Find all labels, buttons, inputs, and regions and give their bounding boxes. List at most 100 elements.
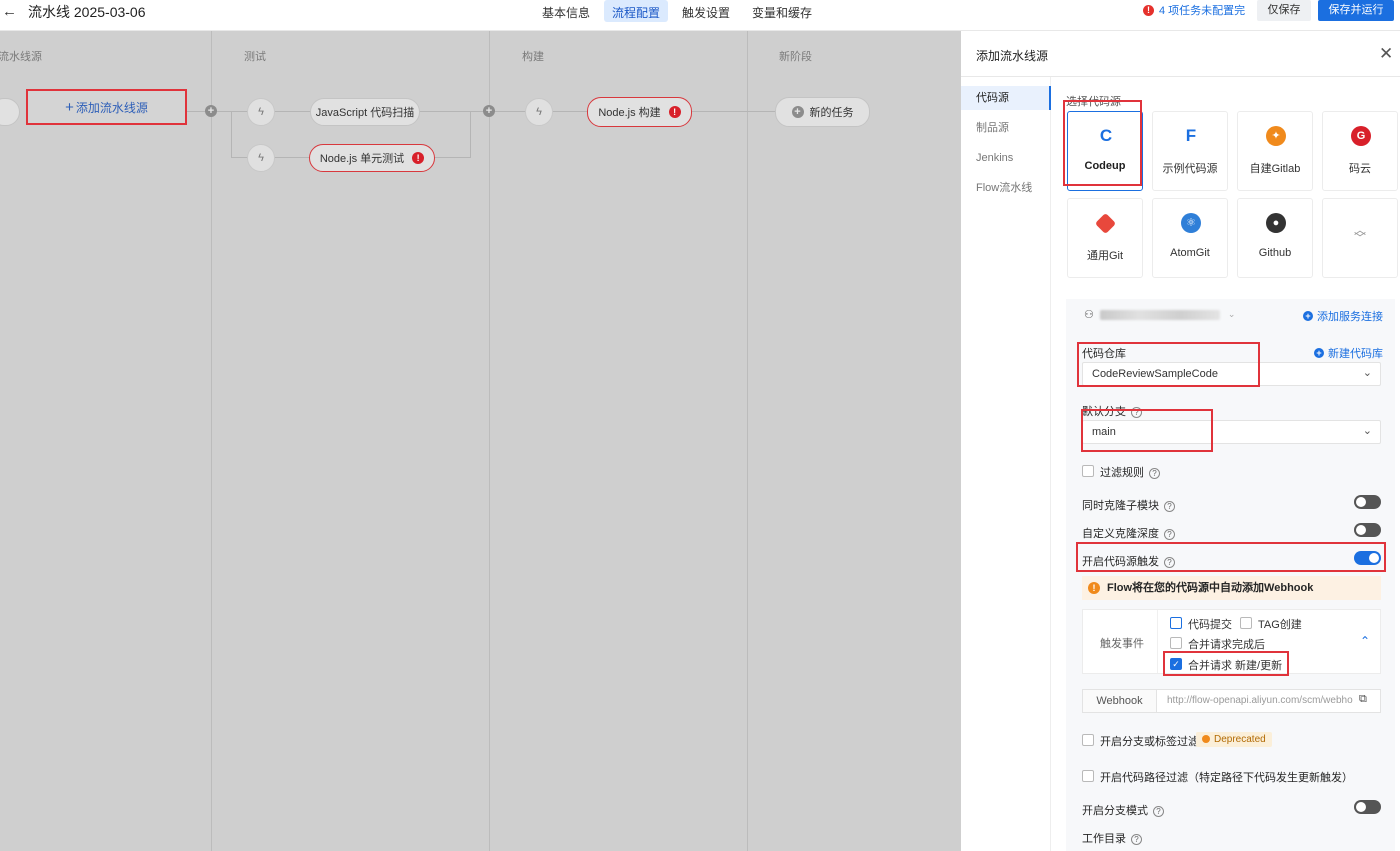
task-node-unit-test[interactable]: Node.js 单元测试 ! [309, 144, 435, 172]
github-icon: ● [1266, 213, 1286, 233]
task-label: JavaScript 代码扫描 [315, 107, 415, 119]
new-repo-link[interactable]: + 新建代码库 [1314, 345, 1383, 361]
source-card-sample[interactable]: F 示例代码源 [1152, 111, 1228, 191]
plus-icon: + [791, 106, 804, 118]
help-icon: ? [1164, 556, 1175, 568]
event-merge-new-checkbox[interactable]: ✓ [1170, 658, 1182, 670]
warning-icon: ! [1088, 582, 1100, 594]
copy-icon[interactable]: ⧉ [1359, 693, 1373, 707]
side-item-flow-pipeline[interactable]: Flow流水线 [961, 176, 1051, 200]
deprecated-badge: Deprecated [1196, 732, 1272, 747]
stage-divider [211, 31, 212, 851]
source-node[interactable] [0, 98, 20, 126]
page-title: 流水线 2025-03-06 [28, 4, 146, 20]
save-and-run-button[interactable]: 保存并运行 [1318, 0, 1394, 21]
help-icon: ? [1131, 406, 1142, 418]
branch-mode-label: 开启分支模式? [1082, 802, 1164, 818]
collapse-icon[interactable]: ⌃ [1360, 634, 1370, 648]
add-stage-icon[interactable]: + [483, 105, 495, 117]
lightning-icon[interactable]: ϟ [247, 98, 275, 126]
lightning-icon[interactable]: ϟ [247, 144, 275, 172]
tab-trigger-settings[interactable]: 触发设置 [674, 0, 738, 22]
webhook-url[interactable]: http://flow-openapi.aliyun.com/scm/webho… [1167, 690, 1353, 712]
add-source-label: 添加流水线源 [75, 100, 148, 115]
tab-basic-info[interactable]: 基本信息 [534, 0, 598, 22]
source-card-gitee[interactable]: G 码云 [1322, 111, 1398, 191]
tab-flow-config[interactable]: 流程配置 [604, 0, 669, 22]
source-card-label: 示例代码源 [1162, 163, 1218, 175]
branch-select[interactable]: main ⌄ [1082, 420, 1381, 444]
expand-sources-button[interactable]: ︿ ﹀ [1322, 198, 1398, 278]
top-bar: ← 流水线 2025-03-06 基本信息 流程配置 触发设置 变量和缓存 ! … [0, 0, 1400, 31]
notice-text: Flow将在您的代码源中自动添加Webhook [1107, 582, 1314, 594]
chevron-updown-icon: ︿ ﹀ [1354, 223, 1367, 245]
source-card-git[interactable]: 通用Git [1067, 198, 1143, 278]
trigger-events-label: 触发事件 [1100, 638, 1144, 650]
lightning-icon[interactable]: ϟ [525, 98, 553, 126]
side-item-code-source[interactable]: 代码源 [961, 86, 1051, 110]
warning-text: 4 项任务未配置完 [1159, 5, 1246, 17]
stage-label-new: 新阶段 [779, 51, 812, 63]
connector-line [231, 111, 232, 157]
add-service-connection-link[interactable]: + 添加服务连接 [1303, 308, 1383, 324]
clone-submodules-toggle[interactable] [1354, 495, 1381, 509]
stage-label-source: 流水线源 [0, 51, 42, 63]
event-merge-done-checkbox[interactable] [1170, 637, 1182, 649]
close-icon[interactable]: ✕ [1379, 44, 1393, 64]
save-only-button[interactable]: 仅保存 [1257, 0, 1311, 21]
event-code-commit-checkbox[interactable] [1170, 617, 1182, 629]
service-connection-selector[interactable]: ⚇ ⌄ [1084, 308, 1235, 321]
source-card-gitlab[interactable]: ✦ 自建Gitlab [1237, 111, 1313, 191]
branch-value: main [1092, 426, 1116, 438]
source-card-codeup[interactable]: C Codeup [1067, 111, 1143, 191]
branch-mode-toggle[interactable] [1354, 800, 1381, 814]
chevron-down-icon: ⌄ [1362, 367, 1372, 379]
source-card-label: Github [1258, 247, 1292, 259]
clone-depth-toggle[interactable] [1354, 523, 1381, 537]
source-card-atomgit[interactable]: ⚛ AtomGit [1152, 198, 1228, 278]
git-icon [1094, 212, 1117, 235]
source-card-label: 码云 [1349, 163, 1371, 175]
unconfigured-warning[interactable]: ! 4 项任务未配置完 [1143, 2, 1245, 18]
task-label: Node.js 单元测试 [319, 153, 405, 165]
source-card-label: 自建Gitlab [1249, 163, 1301, 175]
task-node-build[interactable]: Node.js 构建 ! [587, 97, 692, 127]
event-tag-create-checkbox[interactable] [1240, 617, 1252, 629]
chevron-down-icon: ⌄ [1227, 309, 1236, 319]
branch-tag-filter-checkbox[interactable] [1082, 734, 1094, 746]
path-filter-checkbox[interactable] [1082, 770, 1094, 782]
stage-divider [489, 31, 490, 851]
task-label: 新的任务 [809, 107, 854, 119]
help-icon: ? [1164, 528, 1175, 540]
sample-code-icon: F [1181, 126, 1201, 146]
source-type-nav: 代码源 制品源 Jenkins Flow流水线 [961, 77, 1051, 851]
stage-label-build: 构建 [522, 51, 544, 63]
add-source-panel: 添加流水线源 ✕ 代码源 制品源 Jenkins Flow流水线 选择代码源 C… [961, 31, 1400, 851]
plus-icon: + [65, 98, 74, 116]
error-icon: ! [412, 152, 425, 164]
filter-rules-checkbox[interactable] [1082, 465, 1094, 477]
repo-select[interactable]: CodeReviewSampleCode ⌄ [1082, 362, 1381, 386]
atomgit-icon: ⚛ [1181, 213, 1201, 233]
help-icon: ? [1149, 467, 1160, 479]
side-item-artifact-source[interactable]: 制品源 [961, 116, 1051, 140]
webhook-label: Webhook [1083, 690, 1157, 712]
source-card-github[interactable]: ● Github [1237, 198, 1313, 278]
event-merge-done-label: 合并请求完成后 [1188, 639, 1265, 651]
enable-trigger-toggle[interactable] [1354, 551, 1381, 565]
new-task-button[interactable]: + 新的任务 [775, 97, 870, 127]
side-item-jenkins[interactable]: Jenkins [961, 146, 1051, 170]
help-icon: ? [1153, 805, 1164, 817]
task-js-scan[interactable]: JavaScript 代码扫描 [310, 98, 420, 126]
arrow-left-icon[interactable]: ← [2, 3, 17, 20]
tab-variables-cache[interactable]: 变量和缓存 [744, 0, 820, 22]
trigger-events-box: 触发事件 代码提交 TAG创建 合并请求完成后 ✓ 合并请求 新建/更新 ⌃ [1082, 609, 1381, 674]
add-pipeline-source-button[interactable]: + 添加流水线源 [26, 89, 187, 125]
connector-line [470, 111, 471, 157]
enable-trigger-label: 开启代码源触发? [1082, 553, 1175, 569]
add-stage-icon[interactable]: + [205, 105, 217, 117]
tab-bar: 基本信息 流程配置 触发设置 变量和缓存 [534, 0, 826, 22]
codeup-icon: C [1096, 126, 1116, 146]
branch-tag-filter-label: 开启分支或标签过滤 [1100, 736, 1199, 748]
pipeline-canvas: 流水线源 测试 构建 新阶段 + 添加流水线源 + + ϟ ϟ ϟ JavaSc… [0, 31, 961, 851]
